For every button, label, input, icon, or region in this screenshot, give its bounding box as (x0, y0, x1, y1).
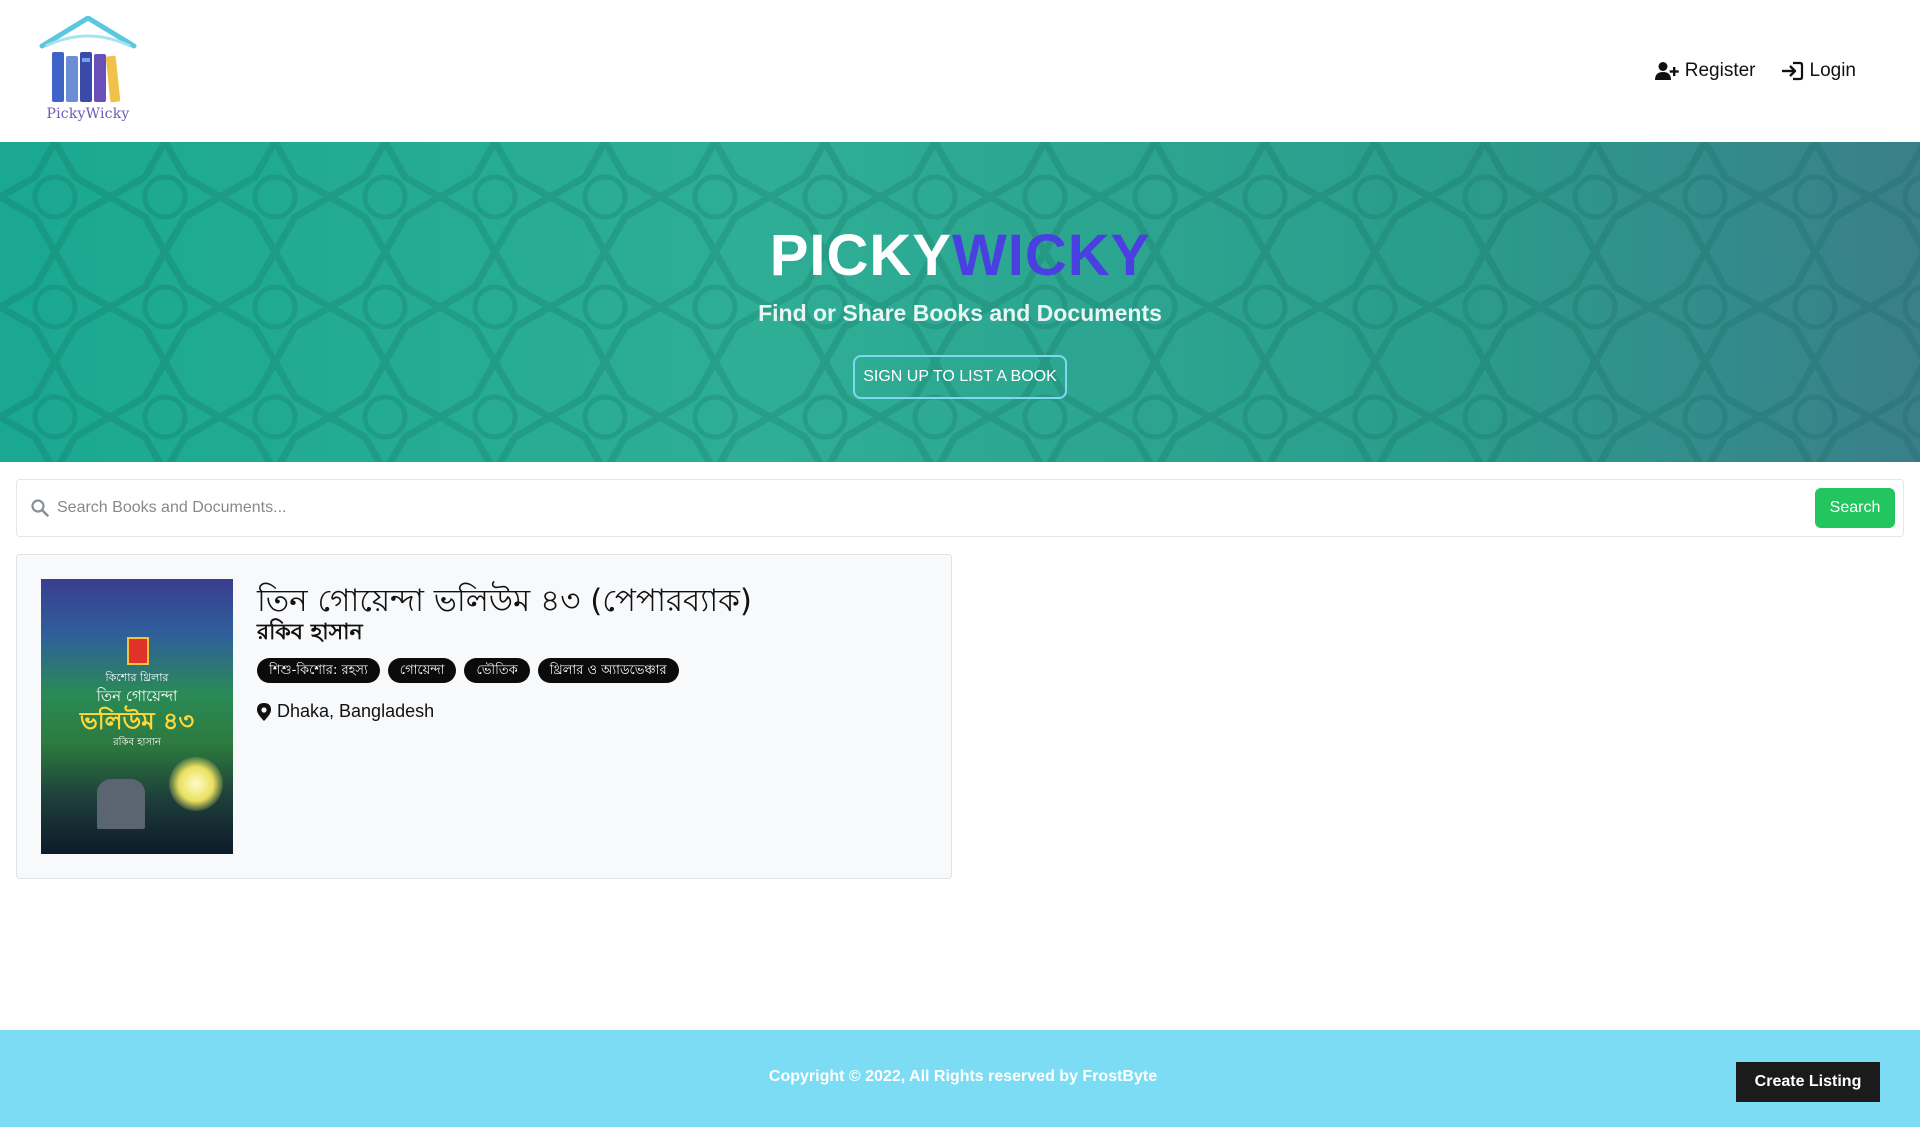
user-plus-icon (1654, 62, 1679, 80)
tag-badge[interactable]: গোয়েন্দা (387, 658, 457, 683)
tag-badge[interactable]: শিশু-কিশোর: রহস্য (257, 658, 380, 683)
login-link[interactable]: Login (1780, 60, 1857, 82)
hero-subtitle: Find or Share Books and Documents (758, 300, 1162, 326)
site-logo[interactable]: PickyWicky (36, 15, 140, 128)
sign-up-button[interactable]: SIGN UP TO LIST A BOOK (853, 355, 1067, 399)
search-bar: Search (16, 479, 1904, 537)
book-house-logo-icon (39, 15, 137, 103)
header-nav: Register Login (1654, 60, 1857, 82)
hero-title: PICKYWICKY (0, 222, 1920, 289)
register-label: Register (1684, 60, 1756, 81)
search-button[interactable]: Search (1815, 488, 1895, 528)
publisher-badge-icon (127, 637, 149, 665)
login-label: Login (1809, 60, 1857, 81)
logo-text: PickyWicky (46, 106, 130, 122)
create-listing-button[interactable]: Create Listing (1736, 1062, 1880, 1102)
location-text: Dhaka, Bangladesh (277, 701, 435, 721)
map-marker-icon (257, 702, 271, 721)
search-input[interactable] (57, 488, 1817, 528)
book-author: রকিব হাসান (257, 620, 363, 645)
register-link[interactable]: Register (1654, 60, 1756, 82)
hero-title-part1: PICKY (769, 223, 952, 288)
book-location: Dhaka, Bangladesh (257, 701, 434, 722)
copyright-text: Copyright © 2022, All Rights reserved by… (768, 1068, 1158, 1085)
top-header: PickyWicky Register Login (0, 0, 1920, 142)
tag-badge[interactable]: ভৌতিক (464, 658, 530, 683)
search-icon (31, 499, 49, 517)
book-cover-image[interactable]: কিশোর থ্রিলার তিন গোয়েন্দা ভলিউম ৪৩ রকি… (41, 579, 233, 854)
page-footer: Copyright © 2022, All Rights reserved by… (0, 1030, 1920, 1127)
book-tags: শিশু-কিশোর: রহস্য গোয়েন্দা ভৌতিক থ্রিলা… (257, 658, 679, 683)
cover-author-line: রকিব হাসান (113, 737, 161, 748)
sign-in-icon (1781, 61, 1803, 81)
book-listing-card[interactable]: কিশোর থ্রিলার তিন গোয়েন্দা ভলিউম ৪৩ রকি… (16, 554, 952, 879)
cover-moon-art (169, 757, 223, 811)
tag-badge[interactable]: থ্রিলার ও অ্যাডভেঞ্চার (537, 658, 679, 683)
hero-title-part2: WICKY (951, 223, 1151, 288)
hero-banner: PICKYWICKY Find or Share Books and Docum… (0, 142, 1920, 462)
cover-gravestone-art (97, 779, 145, 829)
